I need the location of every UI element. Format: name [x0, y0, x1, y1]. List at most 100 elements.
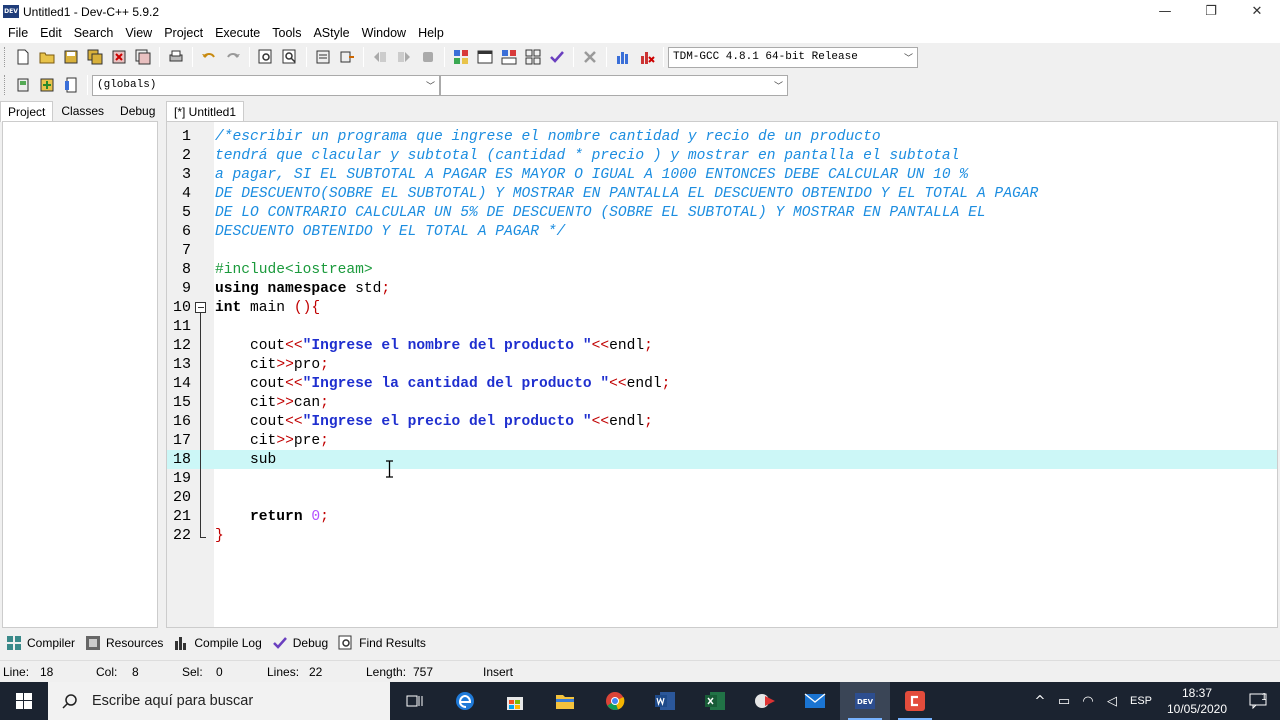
replace-button[interactable] [279, 46, 301, 68]
status-insert-mode: Insert [483, 665, 514, 679]
code-text: sub [215, 451, 277, 468]
chevron-down-icon: ﹀ [773, 81, 783, 92]
title-bar: DEV Untitled1 - Dev-C++ 5.9.2 — ❐ ✕ [0, 0, 1280, 23]
function-select[interactable]: ﹀ [440, 74, 788, 96]
windows-logo-icon [16, 693, 32, 709]
minimize-button[interactable]: — [1142, 0, 1188, 23]
print-button[interactable] [165, 46, 187, 68]
taskbar-recorder[interactable] [890, 682, 940, 720]
taskbar-devcpp[interactable]: DEV [840, 682, 890, 720]
undo-icon [202, 53, 215, 58]
fold-collapse-icon[interactable] [195, 302, 206, 313]
menu-edit[interactable]: Edit [34, 26, 68, 40]
tab-debug[interactable]: Debug [112, 100, 163, 122]
find-button[interactable] [255, 46, 277, 68]
goto-line-button[interactable] [312, 46, 334, 68]
compile-icon [454, 50, 468, 64]
redo-button[interactable] [222, 46, 244, 68]
menu-help[interactable]: Help [412, 26, 450, 40]
fold-guide-line [200, 313, 201, 538]
menu-window[interactable]: Window [356, 26, 412, 40]
volume-icon[interactable]: ◁ [1100, 694, 1124, 709]
taskbar-clock[interactable]: 18:37 10/05/2020 [1158, 685, 1236, 717]
code-line: 12 cout<<"Ingrese el nombre del producto… [167, 336, 1277, 355]
taskbar-search-box[interactable]: Escribe aquí para buscar [48, 682, 390, 720]
find-icon [258, 49, 272, 64]
toggle-bookmark-button[interactable] [336, 46, 358, 68]
save-all-button[interactable] [84, 46, 106, 68]
rebuild-all-button[interactable] [522, 46, 544, 68]
edge-browser-icon [456, 692, 474, 710]
line-number: 4 [181, 185, 191, 202]
menu-view[interactable]: View [119, 26, 158, 40]
add-to-project-button[interactable] [36, 74, 58, 96]
run-button[interactable] [474, 46, 496, 68]
line-number: 8 [181, 261, 191, 278]
tab-compiler[interactable]: Compiler [6, 635, 75, 651]
tab-project[interactable]: Project [0, 101, 54, 122]
code-text: #include<iostream> [215, 261, 373, 278]
close-all-button[interactable] [132, 46, 154, 68]
stop-execution-button[interactable] [579, 46, 601, 68]
taskbar-chrome[interactable] [590, 682, 640, 720]
undo-button[interactable] [198, 46, 220, 68]
code-line: 6 DESCUENTO OBTENIDO Y EL TOTAL A PAGAR *… [167, 222, 1277, 241]
syntax-check-button[interactable] [546, 46, 568, 68]
task-view-button[interactable] [390, 682, 440, 720]
code-editor[interactable]: 1 /*escribir un programa que ingrese el n… [166, 121, 1278, 628]
taskbar-excel[interactable] [690, 682, 740, 720]
tab-debug-label: Debug [292, 636, 329, 650]
action-center-button[interactable]: 1 [1236, 682, 1280, 720]
language-indicator[interactable]: ESP [1124, 695, 1158, 707]
taskbar-store[interactable] [490, 682, 540, 720]
tab-resources[interactable]: Resources [85, 635, 163, 651]
compile-run-button[interactable] [498, 46, 520, 68]
unindent-button[interactable] [393, 46, 415, 68]
menu-project[interactable]: Project [158, 26, 209, 40]
new-file-button[interactable] [12, 46, 34, 68]
menu-file[interactable]: File [2, 26, 34, 40]
tab-find-results[interactable]: Find Results [338, 635, 426, 651]
menu-search[interactable]: Search [68, 26, 120, 40]
window-title: Untitled1 - Dev-C++ 5.9.2 [23, 4, 160, 19]
close-file-icon [112, 50, 126, 64]
tab-debug-output[interactable]: Debug [272, 635, 328, 651]
menu-astyle[interactable]: AStyle [307, 26, 355, 40]
scope-select[interactable]: (globals) ﹀ [92, 74, 440, 96]
taskbar-file-explorer[interactable] [540, 682, 590, 720]
new-project-button[interactable] [12, 74, 34, 96]
compiler-select[interactable]: TDM-GCC 4.8.1 64-bit Release ﹀ [668, 46, 918, 68]
wifi-icon[interactable]: ◠ [1076, 694, 1100, 709]
close-file-button[interactable] [108, 46, 130, 68]
close-button[interactable]: ✕ [1234, 0, 1280, 23]
project-browser[interactable] [2, 121, 158, 628]
taskbar-word[interactable] [640, 682, 690, 720]
find-icon [338, 635, 352, 650]
taskbar-app-bird[interactable] [740, 682, 790, 720]
code-line: 7 [167, 241, 1277, 260]
toggle-comment-button[interactable] [417, 46, 439, 68]
tab-classes[interactable]: Classes [53, 100, 112, 122]
taskbar-mail[interactable] [790, 682, 840, 720]
toolbar-separator [192, 47, 193, 67]
toolbar-separator [159, 47, 160, 67]
taskbar-edge[interactable] [440, 682, 490, 720]
menu-execute[interactable]: Execute [209, 26, 266, 40]
tab-compile-log[interactable]: Compile Log [173, 635, 262, 651]
network-icon[interactable]: ▭ [1052, 694, 1076, 709]
menu-tools[interactable]: Tools [266, 26, 307, 40]
delete-profile-button[interactable] [636, 46, 658, 68]
editor-tab-untitled1[interactable]: [*] Untitled1 [166, 101, 245, 122]
profile-button[interactable] [612, 46, 634, 68]
project-options-button[interactable] [60, 74, 82, 96]
open-file-button[interactable] [36, 46, 58, 68]
start-button[interactable] [0, 682, 48, 720]
menu-bar: File Edit Search View Project Execute To… [0, 23, 1280, 43]
save-button[interactable] [60, 46, 82, 68]
maximize-button[interactable]: ❐ [1188, 0, 1234, 23]
line-number: 13 [172, 356, 191, 373]
compile-button[interactable] [450, 46, 472, 68]
chevron-up-icon[interactable]: ^ [1028, 694, 1052, 709]
tab-find-results-label: Find Results [359, 636, 426, 650]
indent-button[interactable] [369, 46, 391, 68]
